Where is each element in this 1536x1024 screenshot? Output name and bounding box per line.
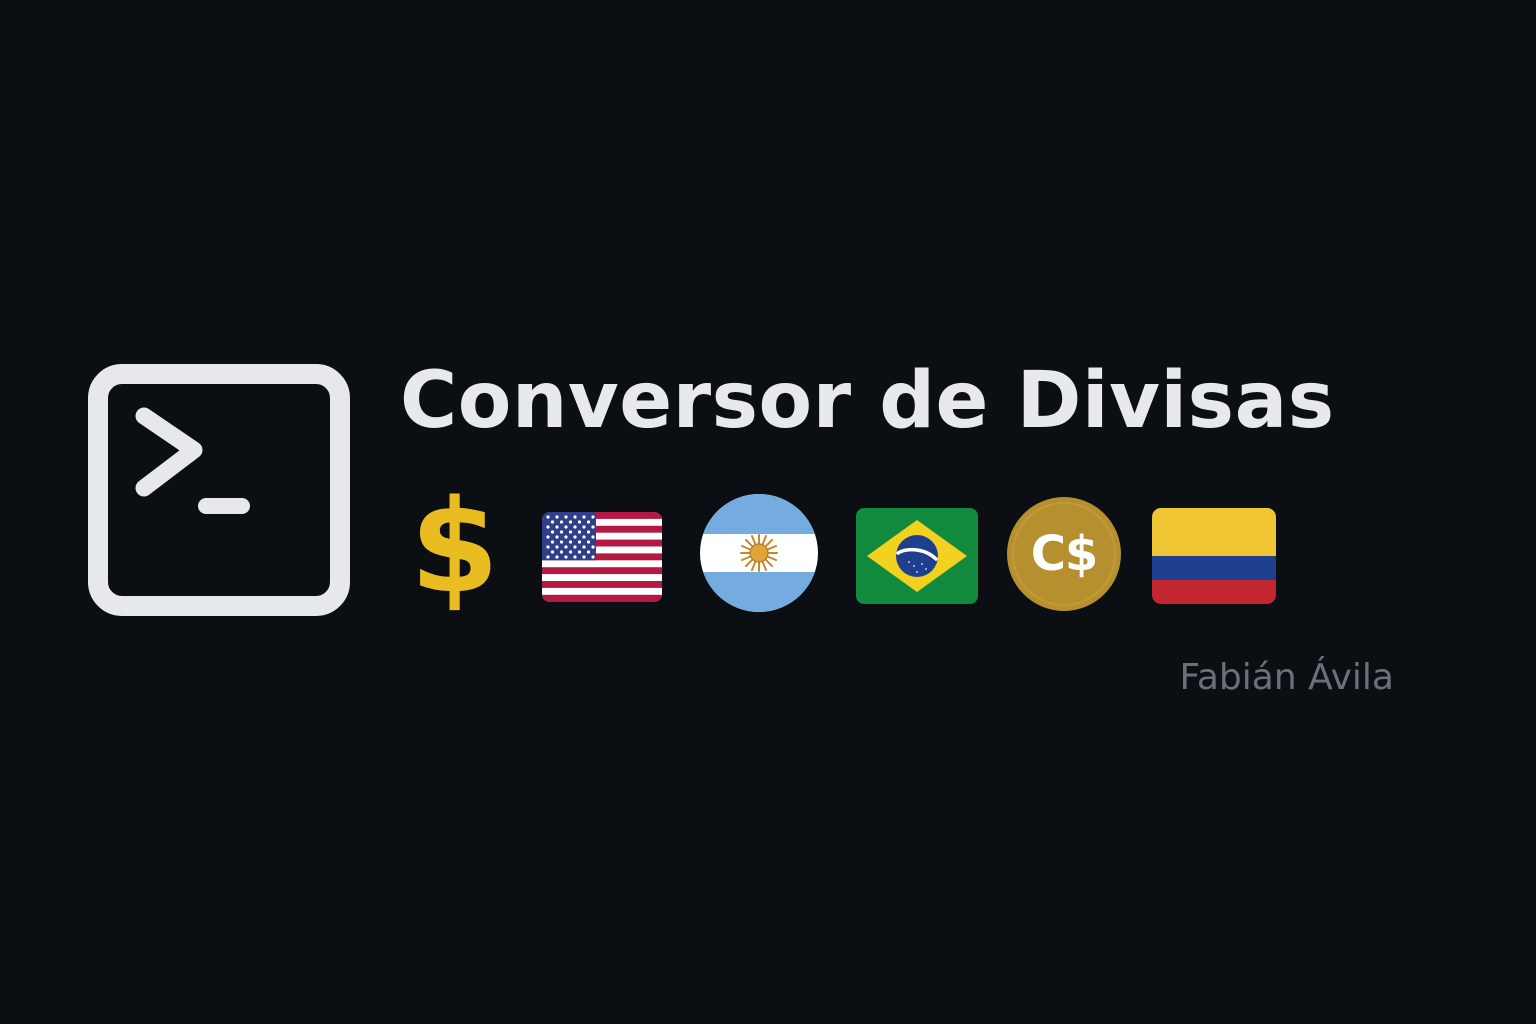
page-title: Conversor de Divisas bbox=[400, 356, 1335, 446]
argentina-flag-icon bbox=[700, 494, 818, 612]
author-name: Fabián Ávila bbox=[1179, 657, 1394, 698]
dollar-icon: $ bbox=[410, 473, 500, 622]
cover-canvas: Conversor de Divisas $ C$ Fabián Ávila bbox=[0, 0, 1536, 1024]
canadian-dollar-label: C$ bbox=[1030, 526, 1099, 582]
usa-flag-icon bbox=[542, 512, 662, 602]
colombia-flag-icon bbox=[1152, 508, 1276, 604]
brazil-flag-icon bbox=[856, 508, 978, 604]
terminal-icon bbox=[88, 364, 350, 616]
